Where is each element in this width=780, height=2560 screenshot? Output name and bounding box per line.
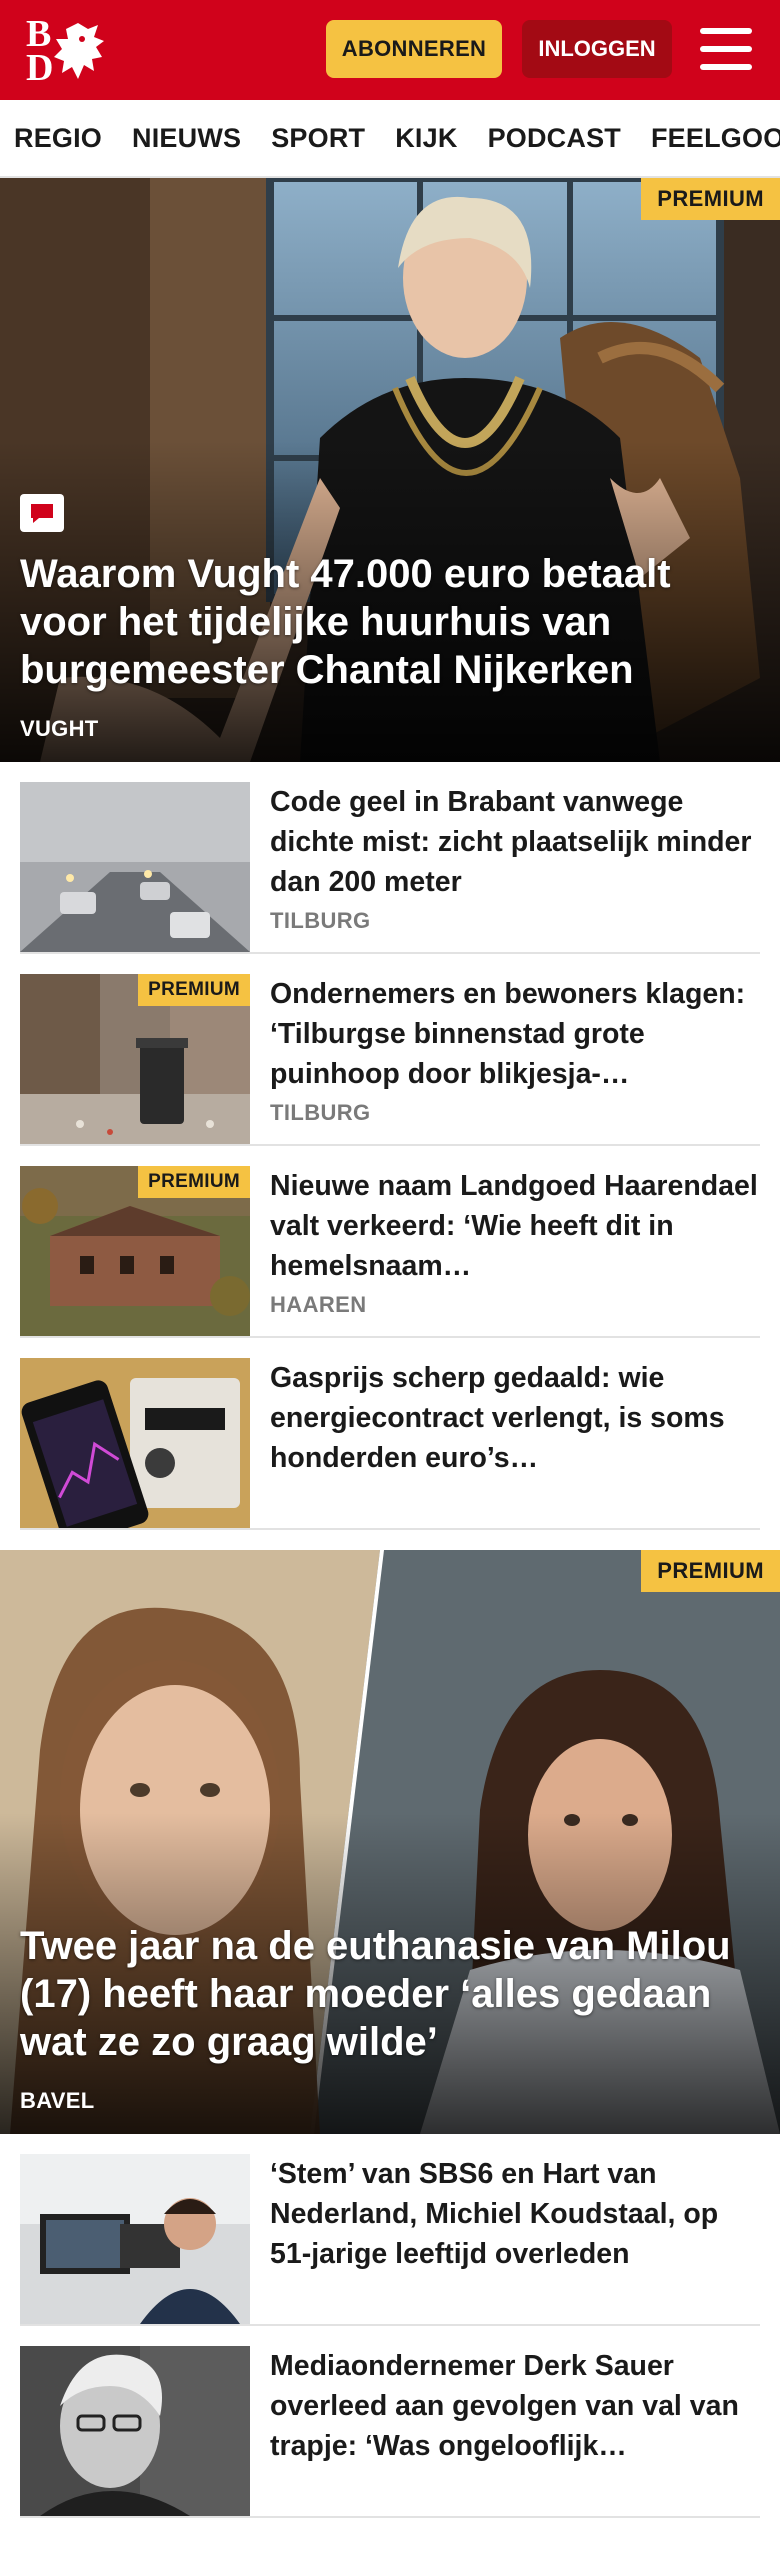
list-item[interactable]: PREMIUM Nieuwe naam Landgoed Haarendael … <box>20 1146 760 1338</box>
login-button[interactable]: INLOGGEN <box>522 20 672 78</box>
article-body: Nieuwe naam Landgoed Haarendael valt ver… <box>250 1166 760 1336</box>
hero-headline[interactable]: Twee jaar na de euthanasie van Milou (17… <box>20 1922 756 2066</box>
article-thumbnail-wrap: PREMIUM <box>20 1166 250 1336</box>
nav-item-feelgood[interactable]: FEELGOOD <box>651 123 780 154</box>
article-list-2: ‘Stem’ van SBS6 en Hart van Nederland, M… <box>0 2134 780 2518</box>
speech-bubble-icon <box>31 504 53 523</box>
hero-article-2[interactable]: PREMIUM Twee jaar na de euthanasie van M… <box>0 1550 780 2134</box>
article-thumbnail <box>20 782 250 952</box>
article-list: Code geel in Brabant vanwege dichte mist… <box>0 762 780 1530</box>
nav-item-nieuws[interactable]: NIEUWS <box>132 123 241 154</box>
premium-badge: PREMIUM <box>138 974 250 1006</box>
hero-location: VUGHT <box>20 716 99 741</box>
article-title[interactable]: Ondernemers en bewoners klagen: ‘Tilburg… <box>270 974 760 1094</box>
nav-item-sport[interactable]: SPORT <box>271 123 365 154</box>
hero-article[interactable]: PREMIUM Waarom Vught 47.000 euro betaalt… <box>0 178 780 762</box>
premium-badge: PREMIUM <box>641 1550 780 1592</box>
nav-item-kijk[interactable]: KIJK <box>395 123 457 154</box>
list-item[interactable]: Code geel in Brabant vanwege dichte mist… <box>20 762 760 954</box>
premium-badge: PREMIUM <box>138 1166 250 1198</box>
subscribe-button[interactable]: ABONNEREN <box>326 20 502 78</box>
article-body: Gasprijs scherp gedaald: wie energiecont… <box>250 1358 760 1528</box>
article-title[interactable]: Code geel in Brabant vanwege dichte mist… <box>270 782 760 902</box>
article-location: TILBURG <box>270 908 371 933</box>
bd-logo[interactable]: B D <box>20 15 112 87</box>
hero-headline[interactable]: Waarom Vught 47.000 euro betaalt voor he… <box>20 550 756 694</box>
article-thumbnail-wrap: PREMIUM <box>20 974 250 1144</box>
article-body: Ondernemers en bewoners klagen: ‘Tilburg… <box>250 974 760 1144</box>
nav-item-podcast[interactable]: PODCAST <box>488 123 621 154</box>
article-body: Mediaondernemer Derk Sauer overleed aan … <box>250 2346 760 2516</box>
article-body: Code geel in Brabant vanwege dichte mist… <box>250 782 760 952</box>
top-header: B D ABONNEREN INLOGGEN <box>0 0 780 100</box>
article-title[interactable]: Mediaondernemer Derk Sauer overleed aan … <box>270 2346 760 2466</box>
section-nav: REGIO NIEUWS SPORT KIJK PODCAST FEELGOOD… <box>0 100 780 178</box>
premium-badge: PREMIUM <box>641 178 780 220</box>
article-location: TILBURG <box>270 1100 371 1125</box>
hero-location: BAVEL <box>20 2088 95 2113</box>
menu-bar <box>700 64 752 70</box>
article-thumbnail <box>20 1358 250 1528</box>
list-item[interactable]: Mediaondernemer Derk Sauer overleed aan … <box>20 2326 760 2518</box>
hero-text: Waarom Vught 47.000 euro betaalt voor he… <box>20 550 756 762</box>
nav-item-regio[interactable]: REGIO <box>14 123 102 154</box>
menu-bar <box>700 28 752 34</box>
list-item[interactable]: PREMIUM Ondernemers en bewoners klagen: … <box>20 954 760 1146</box>
list-item[interactable]: Gasprijs scherp gedaald: wie energiecont… <box>20 1338 760 1530</box>
article-title[interactable]: Gasprijs scherp gedaald: wie energiecont… <box>270 1358 760 1478</box>
lion-icon <box>54 23 104 79</box>
article-body: ‘Stem’ van SBS6 en Hart van Nederland, M… <box>250 2154 760 2324</box>
menu-bar <box>700 46 752 52</box>
article-thumbnail <box>20 2154 250 2324</box>
hero-text: Twee jaar na de euthanasie van Milou (17… <box>20 1922 756 2134</box>
hamburger-icon[interactable] <box>700 28 752 70</box>
list-item[interactable]: ‘Stem’ van SBS6 en Hart van Nederland, M… <box>20 2134 760 2326</box>
article-location: HAAREN <box>270 1292 367 1317</box>
comment-icon <box>20 494 64 532</box>
article-thumbnail <box>20 2346 250 2516</box>
article-title[interactable]: ‘Stem’ van SBS6 en Hart van Nederland, M… <box>270 2154 760 2274</box>
article-title[interactable]: Nieuwe naam Landgoed Haarendael valt ver… <box>270 1166 760 1286</box>
